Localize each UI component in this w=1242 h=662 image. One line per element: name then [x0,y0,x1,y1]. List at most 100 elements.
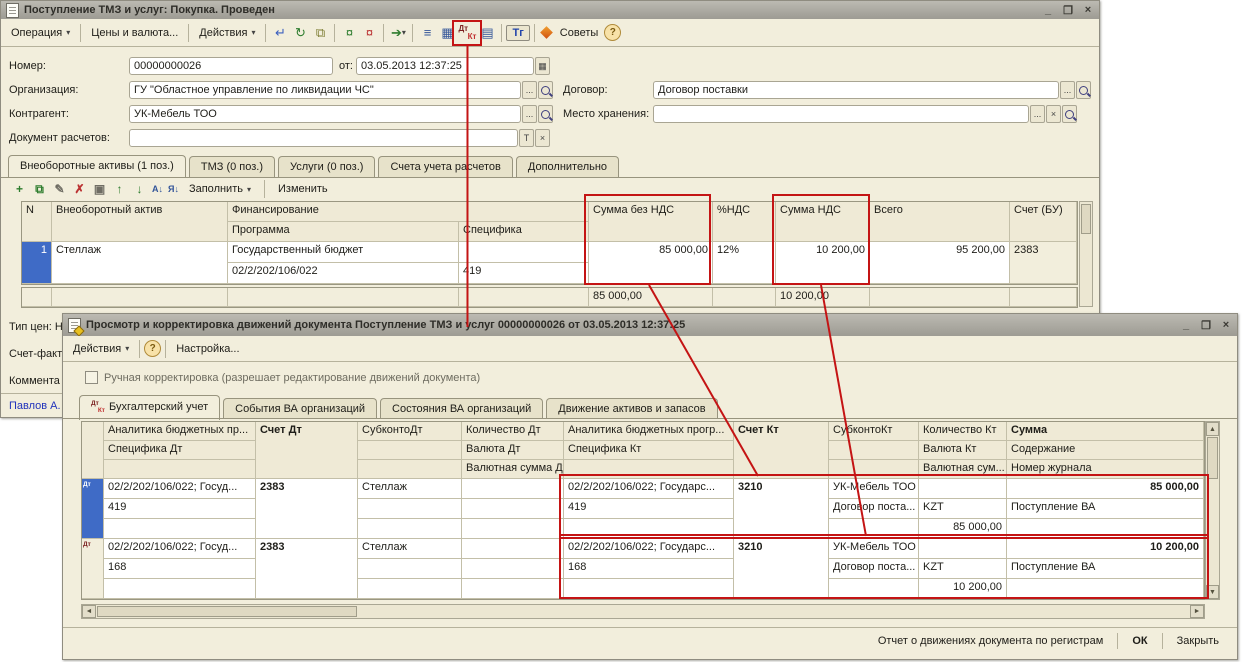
program-cell[interactable]: Государственный бюджет [228,242,459,263]
clear-icon[interactable]: × [535,129,550,147]
operation-menu-button[interactable]: Операция▾ [5,24,76,42]
row-marker[interactable]: ДтКт [82,539,104,599]
edit-row-icon[interactable]: ✎ [51,181,68,198]
movements-hscrollbar[interactable]: ◄ ► [81,604,1205,619]
program-code-cell[interactable]: 02/2/202/106/022 [228,263,459,284]
add-copy-icon[interactable]: ⧉ [31,181,48,198]
calendar-icon[interactable]: ▦ [535,57,550,75]
content-cell[interactable]: Поступление ВА [1007,559,1204,579]
ellipsis-button[interactable]: ... [522,105,537,123]
dt-specifics-cell[interactable]: 419 [104,499,256,519]
kt-specifics-cell[interactable]: 168 [564,559,734,579]
dt-analytics-cell[interactable]: 02/2/202/106/022; Госуд... [104,479,256,499]
journal-cell[interactable] [1007,519,1204,539]
contract-field[interactable]: Договор поставки [653,81,1059,99]
number-field[interactable]: 00000000026 [129,57,333,75]
kt-currency-sum-cell[interactable]: 10 200,00 [919,579,1007,599]
clear-icon[interactable]: × [1046,105,1061,123]
maximize-icon[interactable]: ❐ [1062,4,1074,17]
tab-accounting[interactable]: ДтКт Бухгалтерский учет [79,395,220,420]
tab-assets-movement[interactable]: Движение активов и запасов [546,398,717,419]
kt-analytics-cell[interactable]: 02/2/202/106/022; Государс... [564,479,734,499]
sum-cell[interactable]: 85 000,00 [1007,479,1204,499]
dt-subconto-cell[interactable]: Стеллаж [358,479,462,499]
specifics-cell[interactable]: 419 [459,263,589,284]
asset-cell[interactable]: Стеллаж [52,242,228,284]
tab-va-events[interactable]: События ВА организаций [223,398,377,419]
tab-va-states[interactable]: Состояния ВА организаций [380,398,543,419]
kt-currency-sum-cell[interactable]: 85 000,00 [919,519,1007,539]
actions-menu-button[interactable]: Действия▾ [193,24,261,42]
settlement-doc-field[interactable] [129,129,518,147]
go-to-icon[interactable]: ➔▾ [388,23,408,43]
actions-menu-button[interactable]: Действия▾ [67,340,135,358]
manual-adjustment-checkbox[interactable] [85,371,98,384]
post-and-close-icon[interactable]: ↵ [270,23,290,43]
kt-currency-cell[interactable]: KZT [919,499,1007,519]
structure-icon[interactable]: ≡ [417,23,437,43]
main-titlebar[interactable]: Поступление ТМЗ и услуг: Покупка. Провед… [1,1,1099,19]
text-button[interactable]: T [519,129,534,147]
help-icon[interactable]: ? [144,340,161,357]
specifics-cell[interactable] [459,242,589,263]
move-up-icon[interactable]: ↑ [111,181,128,198]
minimize-icon[interactable]: _ [1042,4,1054,16]
kt-subconto-cell[interactable]: УК-Мебель ТОО [829,539,919,559]
warehouse-field[interactable] [653,105,1029,123]
magnifier-icon[interactable] [538,81,553,99]
scroll-right-icon[interactable]: ► [1190,605,1204,618]
kt-subconto2-cell[interactable]: Договор поста... [829,499,919,519]
tab-tmz[interactable]: ТМЗ (0 поз.) [189,156,275,177]
account-cell[interactable]: 2383 [1010,242,1077,284]
magnifier-icon[interactable] [538,105,553,123]
date-field[interactable]: 03.05.2013 12:37:25 [356,57,534,75]
add-row-icon[interactable]: + [11,181,28,198]
repost-icon[interactable]: ↻ [290,23,310,43]
maximize-icon[interactable]: ❐ [1200,319,1212,332]
row-marker[interactable]: ДтКт [82,479,104,539]
author-link[interactable]: Павлов А. [9,400,61,412]
dt-specifics-cell[interactable]: 168 [104,559,256,579]
dt-subconto-cell[interactable]: Стеллаж [358,539,462,559]
sum-cell[interactable]: 10 200,00 [1007,539,1204,559]
dt-analytics-cell[interactable]: 02/2/202/106/022; Госуд... [104,539,256,559]
labels-toggle-button[interactable]: Тг [506,25,529,41]
tab-additional[interactable]: Дополнительно [516,156,619,177]
tab-services[interactable]: Услуги (0 поз.) [278,156,375,177]
kt-account-cell[interactable]: 3210 [734,479,829,539]
assets-table-vscrollbar[interactable] [1079,201,1093,307]
tab-settlement-accounts[interactable]: Счета учета расчетов [378,156,512,177]
return-money-icon[interactable]: ¤ [359,23,379,43]
vat-sum-cell[interactable]: 10 200,00 [776,242,870,284]
journal-cell[interactable] [1007,579,1204,599]
kt-account-cell[interactable]: 3210 [734,539,829,599]
end-edit-icon[interactable]: ▣ [91,181,108,198]
kt-subconto-cell[interactable]: УК-Мебель ТОО [829,479,919,499]
kt-specifics-cell[interactable]: 419 [564,499,734,519]
receipt-money-icon[interactable]: ¤ [339,23,359,43]
help-icon[interactable]: ? [604,24,621,41]
scroll-up-icon[interactable]: ▲ [1206,422,1219,436]
total-cell[interactable]: 95 200,00 [870,242,1010,284]
movements-vscrollbar[interactable]: ▲ ▼ [1205,421,1220,600]
vat-pct-cell[interactable]: 12% [713,242,776,284]
close-icon[interactable]: × [1220,319,1232,331]
settings-button[interactable]: Настройка... [170,340,245,358]
contractor-field[interactable]: УК-Мебель ТОО [129,105,521,123]
magnifier-icon[interactable] [1076,81,1091,99]
fill-menu-button[interactable]: Заполнить▾ [183,180,257,198]
sub-titlebar[interactable]: Просмотр и корректировка движений докуме… [63,314,1237,336]
sum-no-vat-cell[interactable]: 85 000,00 [589,242,713,284]
sort-asc-icon[interactable]: А↓ [151,181,164,198]
ok-button[interactable]: ОК [1124,632,1155,650]
organization-field[interactable]: ГУ "Областное управление по ликвидации Ч… [129,81,521,99]
delete-row-icon[interactable]: ✗ [71,181,88,198]
magnifier-icon[interactable] [1062,105,1077,123]
dtkt-toolbar-button[interactable]: Дт Кт [457,23,477,43]
row-number-cell[interactable]: 1 [22,242,52,284]
kt-analytics-cell[interactable]: 02/2/202/106/022; Государс... [564,539,734,559]
tab-noncurrent-assets[interactable]: Внеоборотные активы (1 поз.) [8,155,186,178]
dt-account-cell[interactable]: 2383 [256,539,358,599]
change-button[interactable]: Изменить [272,180,334,198]
kt-subconto2-cell[interactable]: Договор поста... [829,559,919,579]
